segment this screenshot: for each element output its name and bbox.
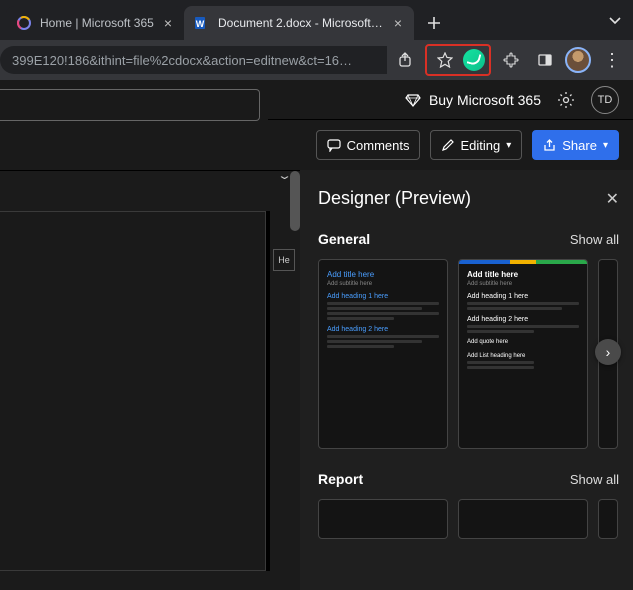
thumb-quote: Add quote here (467, 339, 579, 345)
share-page-icon[interactable] (391, 46, 419, 74)
url-display[interactable]: 399E120!186&ithint=file%2cdocx&action=ed… (0, 46, 387, 74)
comment-icon (327, 138, 341, 152)
buy-label: Buy Microsoft 365 (429, 92, 541, 108)
thumb-title: Add title here (467, 270, 579, 279)
thumb-list-heading: Add List heading here (467, 353, 579, 359)
extension-highlight (425, 44, 491, 76)
thumb-heading: Add heading 2 here (467, 316, 579, 323)
close-icon[interactable]: × (162, 15, 174, 31)
thumb-heading: Add heading 1 here (327, 293, 439, 300)
document-page[interactable] (0, 211, 266, 571)
document-title-input[interactable] (0, 89, 260, 121)
section-report-title: Report (318, 471, 363, 487)
close-designer-button[interactable]: ✕ (606, 189, 619, 209)
chevron-down-icon: ▾ (506, 140, 511, 151)
diamond-icon (405, 92, 421, 108)
browser-tabstrip: Home | Microsoft 365 × W Document 2.docx… (0, 0, 633, 40)
comments-label: Comments (347, 138, 410, 153)
template-thumbnail[interactable]: Add title here Add subtitle here Add hea… (458, 259, 588, 449)
word-favicon-icon: W (194, 15, 210, 31)
template-thumbnail[interactable]: Add title here Add subtitle here Add hea… (318, 259, 448, 449)
browser-menu-button[interactable]: ⋮ (597, 46, 625, 74)
comments-button[interactable]: Comments (316, 130, 421, 160)
plus-icon (427, 16, 441, 30)
template-thumbnail[interactable] (458, 499, 588, 539)
designer-panel: Designer (Preview) ✕ General Show all Ad… (300, 170, 633, 590)
report-show-all-link[interactable]: Show all (570, 472, 619, 487)
extensions-puzzle-icon[interactable] (497, 46, 525, 74)
window-expand-button[interactable] (597, 0, 633, 40)
document-page-gutter (0, 211, 270, 571)
main-area: ⌄ He Designer (Preview) ✕ General Show a… (0, 170, 633, 590)
pencil-icon (441, 139, 454, 152)
close-icon[interactable]: × (392, 15, 404, 31)
share-button[interactable]: Share ▾ (532, 130, 619, 160)
grammarly-extension-icon[interactable] (463, 49, 485, 71)
document-title-area (0, 80, 268, 130)
template-thumbnail[interactable] (318, 499, 448, 539)
next-templates-button[interactable]: › (595, 339, 621, 365)
user-badge[interactable]: TD (591, 86, 619, 114)
profile-avatar[interactable] (565, 47, 591, 73)
buy-microsoft-365-button[interactable]: Buy Microsoft 365 (405, 92, 541, 108)
report-templates-row (318, 499, 619, 539)
section-general-title: General (318, 231, 370, 247)
tab-title: Home | Microsoft 365 (40, 16, 154, 30)
new-tab-button[interactable] (420, 9, 448, 37)
general-templates-row: Add title here Add subtitle here Add hea… (318, 259, 619, 449)
thumb-title: Add title here (327, 270, 439, 279)
editing-label: Editing (460, 138, 500, 153)
browser-address-bar: 399E120!186&ithint=file%2cdocx&action=ed… (0, 40, 633, 80)
share-icon (543, 139, 556, 152)
gear-icon (557, 91, 575, 109)
thumb-subtitle: Add subtitle here (467, 281, 579, 287)
share-label: Share (562, 138, 597, 153)
browser-tab-home[interactable]: Home | Microsoft 365 × (6, 6, 184, 40)
bookmark-star-icon[interactable] (431, 46, 459, 74)
m365-favicon-icon (16, 15, 32, 31)
document-canvas-area: ⌄ He (0, 170, 300, 590)
heading-indicator[interactable]: He (273, 249, 295, 271)
browser-tab-document[interactable]: W Document 2.docx - Microsoft W × (184, 6, 414, 40)
vertical-scrollbar[interactable] (290, 171, 300, 231)
thumb-subtitle: Add subtitle here (327, 281, 439, 287)
designer-title: Designer (Preview) (318, 188, 471, 209)
tab-title: Document 2.docx - Microsoft W (218, 16, 384, 30)
sidepanel-icon[interactable] (531, 46, 559, 74)
thumb-heading: Add heading 2 here (327, 326, 439, 333)
template-thumbnail-peek[interactable] (598, 499, 618, 539)
chevron-down-icon: ▾ (603, 140, 608, 151)
settings-button[interactable] (557, 91, 575, 109)
kebab-icon: ⋮ (603, 50, 619, 71)
thumb-heading: Add heading 1 here (467, 293, 579, 300)
chevron-right-icon: › (606, 344, 611, 360)
svg-text:W: W (196, 19, 205, 29)
chevron-down-icon (608, 13, 622, 27)
editing-mode-button[interactable]: Editing ▾ (430, 130, 522, 160)
general-show-all-link[interactable]: Show all (570, 232, 619, 247)
